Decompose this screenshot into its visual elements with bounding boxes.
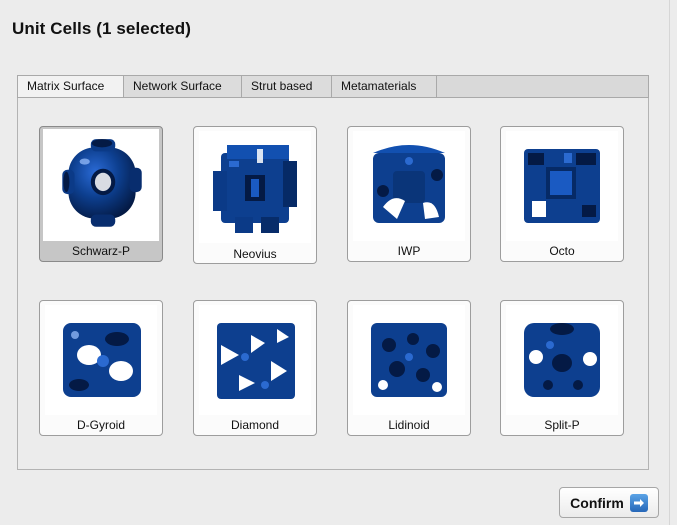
d-gyroid-lattice-icon xyxy=(45,305,157,415)
d-gyroid-render xyxy=(63,323,141,397)
diamond-lattice-icon xyxy=(199,305,311,415)
schwarz-p-render xyxy=(62,139,142,227)
split-p-lattice-icon xyxy=(506,305,618,415)
arrow-right-icon xyxy=(629,493,648,512)
lidinoid-render xyxy=(371,323,447,397)
tab-network-surface[interactable]: Network Surface xyxy=(124,76,242,97)
iwp-lattice-icon xyxy=(353,131,465,241)
unit-cell-label: Schwarz-P xyxy=(71,244,130,258)
tab-matrix-surface[interactable]: Matrix Surface xyxy=(18,76,124,97)
unit-cell-card-schwarz-p[interactable]: Schwarz-P xyxy=(39,126,163,262)
neovius-render xyxy=(213,145,297,233)
tab-metamaterials[interactable]: Metamaterials xyxy=(332,76,437,97)
unit-cell-card-diamond[interactable]: Diamond xyxy=(193,300,317,436)
diamond-render xyxy=(217,323,295,399)
unit-cell-label: Neovius xyxy=(233,247,277,261)
unit-cell-label: Diamond xyxy=(230,418,280,432)
octo-render xyxy=(524,149,600,223)
unit-cell-label: IWP xyxy=(397,244,421,258)
schwarz-p-lattice-icon xyxy=(43,129,159,241)
tab-bar: Matrix Surface Network Surface Strut bas… xyxy=(17,75,649,98)
unit-cell-card-neovius[interactable]: Neovius xyxy=(193,126,317,264)
unit-cell-card-d-gyroid[interactable]: D-Gyroid xyxy=(39,300,163,436)
unit-cell-panel: Schwarz-P Neovius IWP Octo D-Gyroid Diam… xyxy=(17,98,649,470)
unit-cell-card-split-p[interactable]: Split-P xyxy=(500,300,624,436)
unit-cell-label: Lidinoid xyxy=(388,418,430,432)
unit-cell-card-lidinoid[interactable]: Lidinoid xyxy=(347,300,471,436)
tab-strut-based[interactable]: Strut based xyxy=(242,76,332,97)
unit-cell-label: Octo xyxy=(549,244,575,258)
confirm-button[interactable]: Confirm xyxy=(559,487,659,518)
octo-lattice-icon xyxy=(506,131,618,241)
unit-cell-card-iwp[interactable]: IWP xyxy=(347,126,471,262)
dialog-title: Unit Cells (1 selected) xyxy=(12,19,191,38)
unit-cell-label: D-Gyroid xyxy=(76,418,125,432)
confirm-button-label: Confirm xyxy=(570,494,624,511)
window-edge xyxy=(669,0,670,525)
split-p-render xyxy=(524,323,600,397)
iwp-render xyxy=(373,145,445,223)
unit-cell-label: Split-P xyxy=(544,418,580,432)
unit-cell-card-octo[interactable]: Octo xyxy=(500,126,624,262)
neovius-lattice-icon xyxy=(199,131,311,243)
lidinoid-lattice-icon xyxy=(353,305,465,415)
